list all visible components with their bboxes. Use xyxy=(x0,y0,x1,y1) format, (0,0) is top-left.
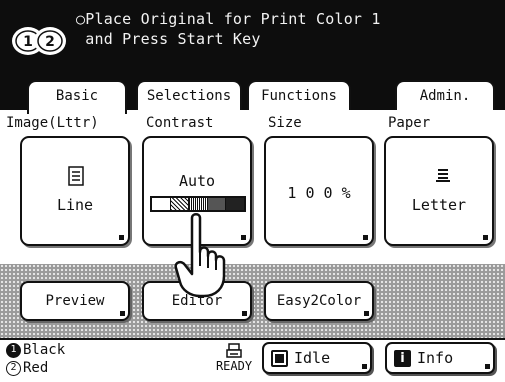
color-2-label: Red xyxy=(23,360,49,376)
print-screen: 1 2 ○Place Original for Print Color 1 an… xyxy=(0,0,505,382)
preview-label: Preview xyxy=(45,293,105,309)
corner-mark xyxy=(363,235,368,240)
corner-mark xyxy=(241,235,246,240)
corner-mark xyxy=(362,364,367,369)
print-color-1: 1 Black xyxy=(6,342,65,358)
idle-icon xyxy=(271,350,288,367)
pointing-hand-icon xyxy=(174,213,226,298)
idle-button[interactable]: Idle xyxy=(262,342,372,374)
easy2color-label: Easy2Color xyxy=(276,293,362,309)
svg-text:2: 2 xyxy=(45,34,55,50)
svg-text:1: 1 xyxy=(23,34,33,50)
info-icon: i xyxy=(394,350,411,367)
paper-label: Paper xyxy=(388,115,431,131)
size-label: Size xyxy=(268,115,302,131)
size-button[interactable]: 1 0 0 % xyxy=(264,136,374,246)
easy2color-button[interactable]: Easy2Color xyxy=(264,281,374,321)
corner-mark xyxy=(364,311,369,316)
info-button[interactable]: i Info xyxy=(385,342,495,374)
corner-mark xyxy=(242,311,247,316)
corner-mark xyxy=(119,235,124,240)
corner-mark xyxy=(485,364,490,369)
size-value: 1 0 0 % xyxy=(287,184,351,202)
paper-button[interactable]: Letter xyxy=(384,136,494,246)
corner-mark xyxy=(120,311,125,316)
image-button[interactable]: Line xyxy=(20,136,130,246)
info-label: Info xyxy=(417,349,454,367)
contrast-label: Contrast xyxy=(146,115,214,131)
status-message: ○Place Original for Print Color 1 and Pr… xyxy=(76,10,381,48)
preview-button[interactable]: Preview xyxy=(20,281,130,321)
ready-indicator: READY xyxy=(214,343,254,373)
contrast-value: Auto xyxy=(178,172,216,190)
color-1-label: Black xyxy=(23,342,66,358)
drum-1-icon: 1 xyxy=(6,342,21,358)
corner-mark xyxy=(483,235,488,240)
tab-functions[interactable]: Functions xyxy=(247,80,351,110)
print-drum-1-2-icon: 1 2 xyxy=(12,27,66,55)
paper-value: Letter xyxy=(411,196,467,214)
tab-basic[interactable]: Basic xyxy=(27,80,127,114)
drum-2-icon: 2 xyxy=(6,360,21,376)
printer-icon xyxy=(226,343,242,358)
image-value: Line xyxy=(56,196,94,214)
tab-selections[interactable]: Selections xyxy=(136,80,242,110)
tab-admin[interactable]: Admin. xyxy=(395,80,495,110)
image-label: Image(Lttr) xyxy=(6,115,99,131)
contrast-level-bar xyxy=(150,196,246,212)
document-icon xyxy=(68,166,84,186)
paper-icon xyxy=(436,169,450,182)
idle-label: Idle xyxy=(294,349,331,367)
ready-label: READY xyxy=(215,359,253,373)
print-color-2: 2 Red xyxy=(6,360,48,376)
